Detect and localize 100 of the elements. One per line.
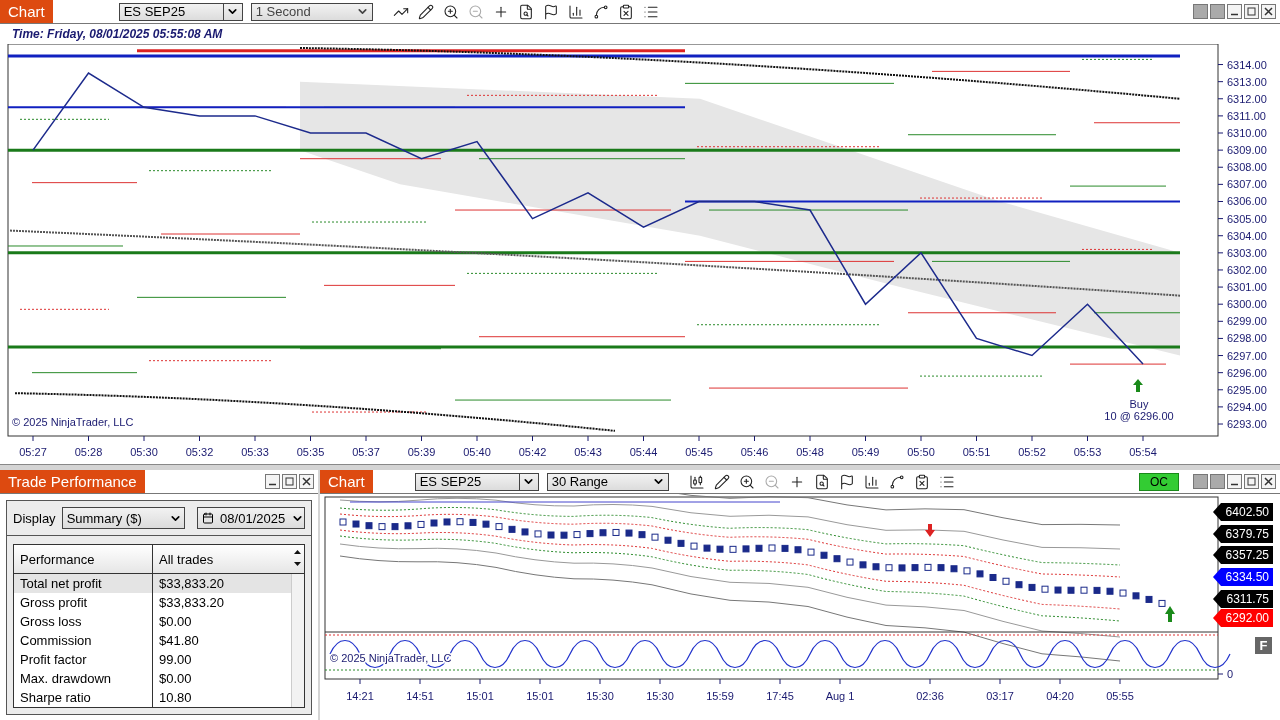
marker-detail: 10 @ 6296.00 <box>1104 410 1174 422</box>
x-axis-label: 03:17 <box>986 690 1014 702</box>
x-axis-label: 17:45 <box>766 690 794 702</box>
x-axis-label: 05:27 <box>19 446 47 458</box>
copyright-text: © 2025 NinjaTrader, LLC <box>12 416 134 428</box>
data-box-icon[interactable] <box>813 473 830 490</box>
x-axis-label: 05:44 <box>629 446 658 458</box>
x-axis-label: 05:35 <box>296 446 325 458</box>
oc-button[interactable]: OC <box>1139 472 1179 491</box>
clipboard-icon[interactable] <box>913 473 930 490</box>
x-axis-label: Aug 1 <box>825 690 855 702</box>
table-cell-text: 99.00 <box>158 651 193 669</box>
x-axis-label: 05:39 <box>407 446 436 458</box>
x-axis-label: 05:50 <box>907 446 935 458</box>
calendar-icon <box>202 512 215 524</box>
x-axis-label: 05:33 <box>241 446 269 458</box>
maximize-button[interactable] <box>1244 474 1259 489</box>
chart-style-icon[interactable] <box>688 473 705 490</box>
y-axis-label: 6304.00 <box>1227 229 1267 242</box>
y-axis-label: 6308.00 <box>1227 161 1267 174</box>
flag-icon[interactable] <box>838 473 855 490</box>
bar-chart-icon[interactable] <box>863 473 880 490</box>
maximize-icon <box>285 477 294 486</box>
zoom-in-icon[interactable] <box>442 3 459 20</box>
y-axis-label: 6299.00 <box>1227 315 1267 328</box>
pencil-icon[interactable] <box>417 3 434 20</box>
table-cell-text: 10.80 <box>158 689 193 707</box>
minimize-button[interactable] <box>1227 474 1242 489</box>
close-button[interactable] <box>299 474 314 489</box>
y-axis-label: 6297.00 <box>1227 349 1267 362</box>
data-box-icon[interactable] <box>517 3 534 20</box>
bar-chart-icon[interactable] <box>567 3 584 20</box>
interval-select[interactable]: 1 Second <box>250 2 373 21</box>
close-icon <box>1264 477 1273 486</box>
y-axis-label: 6314.00 <box>1227 58 1267 71</box>
x-axis-label: 05:51 <box>962 446 991 458</box>
scrollbar[interactable] <box>291 574 304 707</box>
close-icon <box>302 477 311 486</box>
chart-tab[interactable]: Chart <box>0 0 53 23</box>
maximize-button[interactable] <box>282 474 297 489</box>
close-icon <box>1264 7 1273 16</box>
f-button[interactable]: F <box>1255 637 1272 654</box>
panel-title: Trade Performance <box>0 470 145 493</box>
column-header[interactable]: All trades <box>153 545 291 573</box>
x-axis-label: 05:49 <box>851 446 880 458</box>
x-axis-label: 04:20 <box>1046 690 1074 702</box>
arrow-up-icon <box>1165 606 1175 622</box>
table-cell-text: $0.00 <box>158 613 193 631</box>
x-axis-label: 14:21 <box>346 690 374 702</box>
zoom-in-icon[interactable] <box>738 473 755 490</box>
price-tag: 6402.50 <box>1213 503 1273 521</box>
y-axis-label: 6302.00 <box>1227 263 1267 276</box>
y-axis-label: 6313.00 <box>1227 75 1267 88</box>
x-axis-label: 05:52 <box>1018 446 1046 458</box>
spline-icon[interactable] <box>888 473 905 490</box>
column-header[interactable]: Performance <box>14 545 153 573</box>
x-axis-label: 02:36 <box>916 690 944 702</box>
x-axis-label: 05:28 <box>74 446 103 458</box>
minimize-button[interactable] <box>1227 4 1242 19</box>
minimize-button[interactable] <box>265 474 280 489</box>
marker-label: Buy <box>1129 398 1149 410</box>
y-axis-label: 6301.00 <box>1227 281 1267 294</box>
table-cell-text: $0.00 <box>158 670 193 688</box>
spline-icon[interactable] <box>592 3 609 20</box>
arrow-up-icon <box>1133 379 1143 392</box>
price-tag: 6379.75 <box>1213 525 1273 543</box>
pencil-icon[interactable] <box>713 473 730 490</box>
table-row[interactable]: Total net profit $33,833.20 <box>14 574 291 593</box>
clipboard-icon[interactable] <box>617 3 634 20</box>
flag-icon[interactable] <box>542 3 559 20</box>
table-cell-text: $33,833.20 <box>158 594 226 612</box>
y-axis-label: 6307.00 <box>1227 178 1267 191</box>
maximize-button[interactable] <box>1244 4 1259 19</box>
y-axis-label: 6312.00 <box>1227 92 1267 105</box>
y-axis-label: 6310.00 <box>1227 127 1267 139</box>
x-axis-label: 05:32 <box>185 446 214 458</box>
x-axis-label: 05:45 <box>685 446 713 458</box>
price-tag: 6357.25 <box>1213 546 1273 564</box>
price-tag: 6292.00 <box>1213 609 1273 627</box>
display-select[interactable]: Summary ($) <box>61 507 186 529</box>
y-axis-label: 6293.00 <box>1227 418 1267 430</box>
instrument-select[interactable]: ES SEP25 <box>118 2 243 21</box>
date-picker[interactable]: 08/01/2025 <box>197 507 305 529</box>
y-axis-label: 6311.00 <box>1227 109 1266 122</box>
chart-tab[interactable]: Chart <box>320 470 373 493</box>
y-axis-label: 6305.00 <box>1227 212 1267 225</box>
table-cell-text: $33,833.20 <box>158 575 226 593</box>
x-axis-label: 05:48 <box>796 446 824 458</box>
x-axis-label: 05:42 <box>518 446 547 458</box>
display-label: Display <box>13 510 56 526</box>
x-axis-label: 05:43 <box>574 446 602 458</box>
interval-select[interactable]: 30 Range <box>546 472 669 491</box>
close-button[interactable] <box>1261 4 1276 19</box>
maximize-icon <box>1247 477 1256 486</box>
x-axis-label: 05:40 <box>463 446 491 458</box>
maximize-icon <box>1247 7 1256 16</box>
y-axis-label: 6306.00 <box>1227 195 1267 208</box>
instrument-select[interactable]: ES SEP25 <box>414 472 539 491</box>
y-axis-label: 6309.00 <box>1227 144 1267 157</box>
close-button[interactable] <box>1261 474 1276 489</box>
